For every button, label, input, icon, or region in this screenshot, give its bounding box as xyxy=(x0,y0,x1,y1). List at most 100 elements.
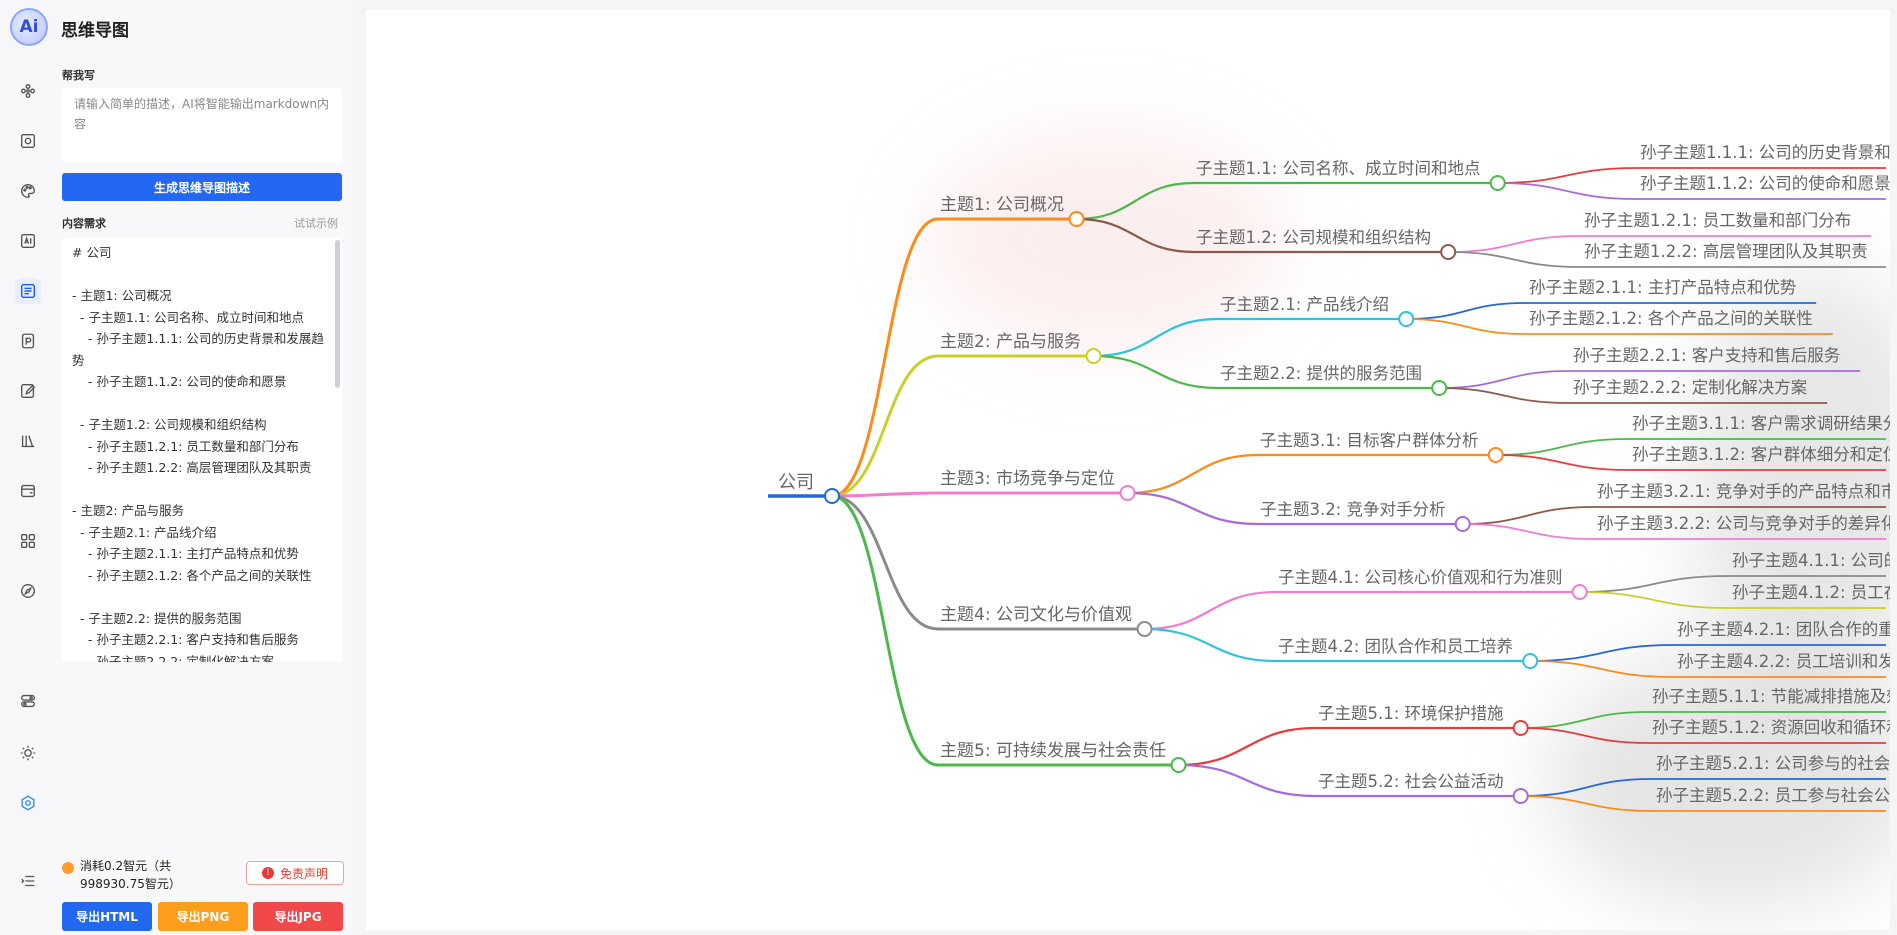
compass-icon[interactable] xyxy=(15,578,41,604)
leaf-connector xyxy=(1495,438,1629,456)
export-jpg-button[interactable]: 导出JPG xyxy=(253,902,343,931)
markdown-line: - 子主题1.1: 公司名称、成立时间和地点 xyxy=(72,309,305,325)
grid-icon[interactable] xyxy=(15,528,41,554)
subtopic-connector xyxy=(1144,627,1277,663)
ai-icon[interactable] xyxy=(15,228,41,254)
topic-node-handle xyxy=(1119,485,1136,501)
prompt-input[interactable]: 请输入简单的描述，AI将智能输出markdown内容 xyxy=(62,88,342,163)
mindmap-canvas[interactable]: 公司 主题1: 公司概况 子主题1.1: 公司名称、成立时间和地点 孙子主题1.1.1… xyxy=(366,10,1890,930)
subtopic-connector xyxy=(1093,317,1219,358)
export-html-button[interactable]: 导出HTML xyxy=(62,902,152,931)
leaf-node-label: 孙子主题1.2.1: 员工数量和部门分布 xyxy=(1584,211,1851,230)
library-icon[interactable] xyxy=(15,428,41,454)
cost-text: 消耗0.2智元（共998930.75智元） xyxy=(80,859,181,891)
topic-node-handle xyxy=(1170,757,1187,773)
menu-icon[interactable] xyxy=(15,868,41,894)
leaf-node-label: 孙子主题1.1.1: 公司的历史背景和发展趋势 xyxy=(1640,143,1890,162)
leaf-node-label: 孙子主题4.2.1: 团队合作的重要性和公司鼓励团队合作的措施 xyxy=(1677,620,1890,639)
hexagon-icon[interactable] xyxy=(15,790,41,816)
toggle-icon[interactable] xyxy=(15,688,41,714)
subtopic-node-label: 子主题5.2: 社会公益活动 xyxy=(1318,772,1504,791)
topic-node-label: 主题3: 市场竞争与定位 xyxy=(940,469,1115,489)
root-node-handle xyxy=(824,488,840,504)
subtopic-connector xyxy=(1076,217,1195,254)
subtopic-connector xyxy=(1127,453,1259,495)
subtopic-connector xyxy=(1093,354,1219,390)
leaf-node-label: 孙子主题2.2.1: 客户支持和售后服务 xyxy=(1573,346,1840,365)
markdown-line xyxy=(72,393,332,415)
leaf-node-label: 孙子主题3.1.2: 客户群体细分和定位策略 xyxy=(1632,445,1890,464)
leaf-connector xyxy=(1520,795,1653,812)
topic-node-handle xyxy=(1085,348,1102,364)
topic-connector xyxy=(831,494,939,767)
leaf-node-label: 孙子主题2.1.2: 各个产品之间的关联性 xyxy=(1529,309,1813,328)
markdown-line: # 公司 xyxy=(72,245,112,260)
subtopic-node-handle xyxy=(1487,447,1504,463)
leaf-connector xyxy=(1462,523,1594,540)
alert-icon: ! xyxy=(261,867,274,879)
markdown-line: - 子主题1.2: 公司规模和组织结构 xyxy=(72,417,267,432)
leaf-node-label: 孙子主题2.2.2: 定制化解决方案 xyxy=(1573,378,1808,397)
leaf-node-label: 孙子主题5.2.1: 公司参与的社会公益项目 xyxy=(1656,754,1890,773)
subtopic-node-label: 子主题3.1: 目标客户群体分析 xyxy=(1260,431,1479,450)
subtopic-node-label: 子主题4.2: 团队合作和员工培养 xyxy=(1278,637,1513,656)
leaf-connector xyxy=(1406,318,1526,335)
side-panel: 思维导图 帮我写 请输入简单的描述，AI将智能输出markdown内容 生成思维… xyxy=(56,0,352,935)
mindmap-svg: 公司 主题1: 公司概况 子主题1.1: 公司名称、成立时间和地点 孙子主题1.1.1… xyxy=(768,143,1890,812)
disclaimer-label: 免责声明 xyxy=(279,866,328,881)
markdown-line: - 主题1: 公司概况 xyxy=(72,288,172,303)
markdown-line xyxy=(72,586,332,608)
disclaimer-button[interactable]: ! 免责声明 xyxy=(246,861,344,885)
app-logo-text: Ai xyxy=(19,17,39,37)
palette-icon[interactable] xyxy=(15,178,41,204)
leaf-node-label: 孙子主题5.1.1: 节能减排措施及效果评估 xyxy=(1652,687,1890,706)
markdown-line: - 孙子主题1.1.1: 公司的历史背景和发展趋势 xyxy=(72,331,324,368)
sun-icon[interactable] xyxy=(15,740,41,766)
topic-node-handle xyxy=(1136,621,1153,637)
subtopic-node-label: 子主题2.2: 提供的服务范围 xyxy=(1220,364,1422,383)
markdown-line: - 孙子主题2.2.2: 定制化解决方案 xyxy=(72,653,274,663)
leaf-node-label: 孙子主题3.2.1: 竞争对手的产品特点和市场占有率 xyxy=(1597,482,1890,501)
leaf-node-label: 孙子主题4.1.2: 员工在工作中应遵循的行为准则 xyxy=(1732,583,1890,602)
generate-button[interactable]: 生成思维导图描述 xyxy=(62,173,342,201)
leaf-connector xyxy=(1439,370,1570,389)
topic-node-label: 主题2: 产品与服务 xyxy=(940,332,1081,352)
leaf-connector xyxy=(1579,591,1729,609)
topic-connector xyxy=(831,494,939,631)
markdown-editor[interactable]: # 公司 - 主题1: 公司概况 - 子主题1.1: 公司名称、成立时间和地点 … xyxy=(62,238,342,662)
leaf-node-label: 孙子主题4.1.1: 公司的使命、愿景和核心价值观宣言 xyxy=(1732,551,1890,570)
subtopic-node-handle xyxy=(1440,244,1457,260)
markdown-line: - 孙子主题2.1.2: 各个产品之间的关联性 xyxy=(72,567,312,583)
subtopic-node-handle xyxy=(1522,653,1539,669)
example-link[interactable]: 试试示例 xyxy=(294,215,338,231)
leaf-node-label: 孙子主题3.1.1: 客户需求调研结果分析 xyxy=(1632,414,1890,433)
document-icon[interactable] xyxy=(15,128,41,154)
leaf-connector xyxy=(1520,778,1653,797)
markdown-line: - 孙子主题2.1.1: 主打产品特点和优势 xyxy=(72,546,299,561)
ppt-icon[interactable] xyxy=(15,328,41,354)
subtopic-node-handle xyxy=(1431,380,1448,396)
leaf-connector xyxy=(1495,454,1629,471)
subtopic-node-handle xyxy=(1398,311,1415,327)
subtopic-node-label: 子主题1.1: 公司名称、成立时间和地点 xyxy=(1196,159,1481,178)
flower-icon[interactable] xyxy=(15,78,41,104)
edit-icon[interactable] xyxy=(15,378,41,404)
markdown-line xyxy=(72,264,332,286)
page-title: 思维导图 xyxy=(61,21,129,41)
leaf-connector xyxy=(1497,182,1637,200)
subtopic-connector xyxy=(1178,763,1317,798)
subtopic-node-label: 子主题5.1: 环境保护措施 xyxy=(1318,704,1504,723)
leaf-connector xyxy=(1520,727,1649,744)
subtopic-node-handle xyxy=(1571,584,1588,600)
leaf-node-label: 孙子主题3.2.2: 公司与竞争对手的差异化策略 xyxy=(1597,514,1890,533)
editor-scrollbar[interactable] xyxy=(335,240,340,388)
article-icon[interactable] xyxy=(15,278,41,304)
calendar-icon[interactable] xyxy=(15,478,41,504)
coin-icon xyxy=(62,862,74,874)
subtopic-node-handle xyxy=(1489,175,1506,191)
subtopic-node-label: 子主题3.2: 竞争对手分析 xyxy=(1260,500,1446,519)
subtopic-connector xyxy=(1144,590,1277,631)
markdown-line: - 孙子主题2.2.1: 客户支持和售后服务 xyxy=(72,632,299,647)
export-png-button[interactable]: 导出PNG xyxy=(158,902,248,931)
markdown-line: - 子主题2.2: 提供的服务范围 xyxy=(72,610,242,626)
